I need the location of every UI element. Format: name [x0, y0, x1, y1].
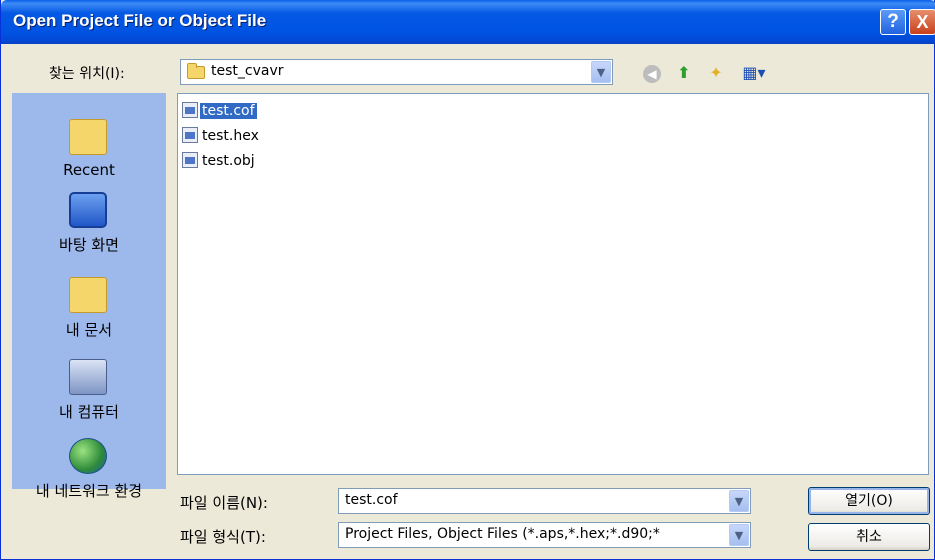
- folder-icon: [69, 119, 107, 155]
- look-in-label: 찾는 위치(I):: [49, 66, 125, 82]
- chevron-down-icon[interactable]: ▼: [729, 524, 749, 546]
- open-button[interactable]: 열기(O): [808, 487, 930, 515]
- chevron-down-icon[interactable]: ▼: [591, 61, 611, 83]
- place-recent[interactable]: Recent: [12, 101, 166, 181]
- place-desktop[interactable]: 바탕 화면: [12, 188, 166, 268]
- filetype-value: Project Files, Object Files (*.aps,*.hex…: [345, 526, 660, 542]
- filename-field[interactable]: test.cof ▼: [338, 488, 751, 514]
- place-label: Recent: [63, 161, 115, 179]
- look-in-combo[interactable]: test_cvavr ▼: [180, 59, 613, 85]
- object-file-icon: [182, 102, 198, 118]
- back-button[interactable]: ◀: [641, 62, 663, 84]
- list-item[interactable]: test.cof: [182, 101, 257, 121]
- place-label: 바탕 화면: [59, 236, 119, 254]
- network-icon: [69, 438, 107, 474]
- up-folder-icon[interactable]: ⬆: [673, 62, 695, 84]
- open-file-dialog: Open Project File or Object File ? X 찾는 …: [0, 0, 935, 560]
- cancel-button[interactable]: 취소: [808, 523, 930, 551]
- place-label: 내 컴퓨터: [59, 403, 119, 421]
- look-in-value: test_cvavr: [211, 63, 284, 79]
- new-folder-icon[interactable]: ✦: [705, 62, 727, 84]
- object-file-icon: [182, 152, 198, 168]
- file-name: test.hex: [202, 128, 259, 144]
- my-computer-icon: [69, 359, 107, 395]
- file-name: test.obj: [202, 153, 255, 169]
- filename-value: test.cof: [345, 492, 398, 508]
- place-my-computer[interactable]: 내 컴퓨터: [12, 355, 166, 435]
- close-button[interactable]: X: [909, 9, 935, 35]
- filetype-label: 파일 형식(T):: [180, 528, 266, 546]
- chevron-down-icon[interactable]: ▼: [729, 490, 749, 512]
- object-file-icon: [182, 127, 198, 143]
- title-bar[interactable]: Open Project File or Object File ? X: [1, 0, 935, 44]
- place-label: 내 네트워크 환경: [35, 482, 143, 500]
- window-title: Open Project File or Object File: [13, 11, 267, 30]
- file-name: test.cof: [200, 103, 257, 119]
- place-my-documents[interactable]: 내 문서: [12, 273, 166, 353]
- back-arrow-icon: ◀: [643, 65, 661, 83]
- place-label: 내 문서: [65, 321, 113, 339]
- file-list[interactable]: test.cof test.hex test.obj: [177, 93, 929, 475]
- places-bar: Recent 바탕 화면 내 문서 내 컴퓨터 내 네트워크 환경: [12, 93, 166, 500]
- help-button[interactable]: ?: [880, 9, 906, 35]
- list-item[interactable]: test.hex: [182, 126, 261, 146]
- my-documents-icon: [69, 277, 107, 313]
- list-item[interactable]: test.obj: [182, 151, 257, 171]
- desktop-icon: [69, 192, 107, 228]
- place-network[interactable]: 내 네트워크 환경: [12, 434, 166, 514]
- folder-icon: [187, 63, 205, 79]
- filename-label: 파일 이름(N):: [180, 494, 268, 512]
- filetype-select[interactable]: Project Files, Object Files (*.aps,*.hex…: [338, 522, 751, 548]
- views-menu-icon[interactable]: ▦▾: [739, 62, 769, 84]
